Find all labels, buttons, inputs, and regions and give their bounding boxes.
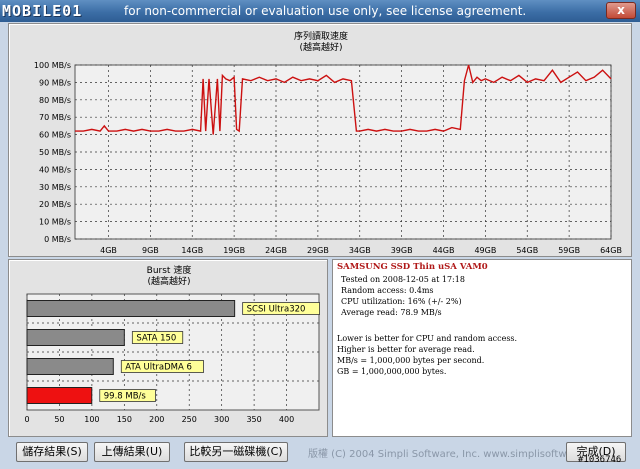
burst-x-tick-label: 400 — [279, 415, 294, 424]
y-tick-label: 100 MB/s — [34, 61, 71, 70]
x-tick-label: 44GB — [433, 246, 455, 255]
note-gb-definition: GB = 1,000,000,000 bytes. — [337, 367, 447, 376]
read-chart-y-axis: 0 MB/s 10 MB/s 20 MB/s 30 MB/s 40 MB/s 50 MB/… — [34, 61, 71, 244]
note-lower-better: Lower is better for CPU and random acces… — [337, 334, 518, 343]
x-tick-label: 64GB — [600, 246, 622, 255]
copyright-text: 版權 (C) 2004 Simpli Software, Inc. www.si… — [308, 449, 608, 460]
y-tick-label: 0 MB/s — [44, 235, 71, 244]
x-tick-label: 39GB — [391, 246, 413, 255]
close-button[interactable]: x — [606, 2, 636, 19]
burst-x-tick-label: 350 — [246, 415, 261, 424]
x-tick-label: 29GB — [307, 246, 329, 255]
window-title: for non-commercial or evaluation use onl… — [124, 4, 527, 18]
x-tick-label: 59GB — [558, 246, 580, 255]
y-tick-label: 50 MB/s — [39, 148, 71, 157]
x-tick-label: 9GB — [142, 246, 159, 255]
cpu-utilization-text: CPU utilization: 16% (+/- 2%) — [341, 297, 462, 306]
drive-name: SAMSUNG SSD Thin uSA VAM0 — [337, 262, 488, 272]
x-tick-label: 54GB — [516, 246, 538, 255]
compare-drive-button[interactable]: 比較另一磁碟機(C) — [184, 442, 288, 462]
random-access-text: Random access: 0.4ms — [341, 286, 434, 295]
burst-bar-label: SCSI Ultra320 — [247, 305, 306, 315]
burst-x-tick-label: 100 — [84, 415, 99, 424]
burst-x-tick-label: 200 — [149, 415, 164, 424]
y-tick-label: 10 MB/s — [39, 218, 71, 227]
burst-chart-subtitle: (越高越好) — [147, 275, 190, 287]
save-results-button[interactable]: 儲存結果(S) — [16, 442, 88, 462]
burst-bar-label: ATA UltraDMA 6 — [125, 363, 192, 373]
burst-x-tick-label: 250 — [182, 415, 197, 424]
x-tick-label: 24GB — [265, 246, 287, 255]
image-watermark: #1036746 — [578, 455, 622, 465]
burst-speed-chart: Burst 速度 (越高越好) SCSI Ultra320 SATA 150 ATA… — [24, 264, 320, 424]
sequential-read-panel: 序列讀取速度 (越高越好) 0 MB/s 10 MB/s 20 MB/s 30 MB/… — [8, 23, 632, 257]
y-tick-label: 80 MB/s — [39, 96, 71, 105]
x-tick-label: 49GB — [474, 246, 496, 255]
x-tick-label: 14GB — [181, 246, 203, 255]
burst-chart-x-axis: 0 50 100 150 200 250 300 350 400 — [24, 415, 294, 424]
burst-x-tick-label: 0 — [24, 415, 29, 424]
y-tick-label: 60 MB/s — [39, 131, 71, 140]
burst-bar-label: SATA 150 — [136, 334, 176, 344]
burst-bar — [26, 300, 236, 317]
y-tick-label: 20 MB/s — [39, 200, 71, 209]
sequential-read-chart: 序列讀取速度 (越高越好) 0 MB/s 10 MB/s 20 MB/s 30 MB/… — [34, 30, 622, 255]
chart-title: 序列讀取速度 — [294, 30, 348, 42]
average-read-text: Average read: 78.9 MB/s — [341, 308, 442, 317]
burst-speed-panel: Burst 速度 (越高越好) SCSI Ultra320 SATA 150 ATA… — [8, 259, 328, 437]
tested-on-text: Tested on 2008-12-05 at 17:18 — [341, 275, 465, 284]
burst-chart-title: Burst 速度 — [147, 264, 192, 276]
y-tick-label: 40 MB/s — [39, 165, 71, 174]
read-chart-grid — [74, 64, 612, 240]
burst-bar — [26, 387, 93, 404]
mobile01-logo: MOBILE01 — [2, 2, 83, 20]
x-tick-label: 4GB — [100, 246, 117, 255]
y-tick-label: 90 MB/s — [39, 78, 71, 87]
burst-bar-label: 99.8 MB/s — [104, 392, 147, 402]
x-tick-label: 34GB — [349, 246, 371, 255]
note-mbps-definition: MB/s = 1,000,000 bytes per second. — [337, 356, 485, 365]
title-bar: MOBILE01 for non-commercial or evaluatio… — [0, 0, 640, 22]
note-higher-better: Higher is better for average read. — [337, 345, 475, 354]
upload-results-button[interactable]: 上傳結果(U) — [94, 442, 170, 462]
x-tick-label: 19GB — [223, 246, 245, 255]
results-info-panel: SAMSUNG SSD Thin uSA VAM0 Tested on 2008… — [332, 259, 632, 437]
read-chart-x-axis: 4GB 9GB 14GB 19GB 24GB 29GB 34GB 39GB 44GB 49GB 54… — [100, 246, 622, 255]
burst-bar — [26, 358, 114, 375]
y-tick-label: 70 MB/s — [39, 113, 71, 122]
chart-subtitle: (越高越好) — [299, 41, 342, 53]
burst-x-tick-label: 50 — [54, 415, 64, 424]
burst-bar — [26, 329, 125, 346]
burst-x-tick-label: 300 — [214, 415, 229, 424]
y-tick-label: 30 MB/s — [39, 183, 71, 192]
burst-x-tick-label: 150 — [117, 415, 132, 424]
